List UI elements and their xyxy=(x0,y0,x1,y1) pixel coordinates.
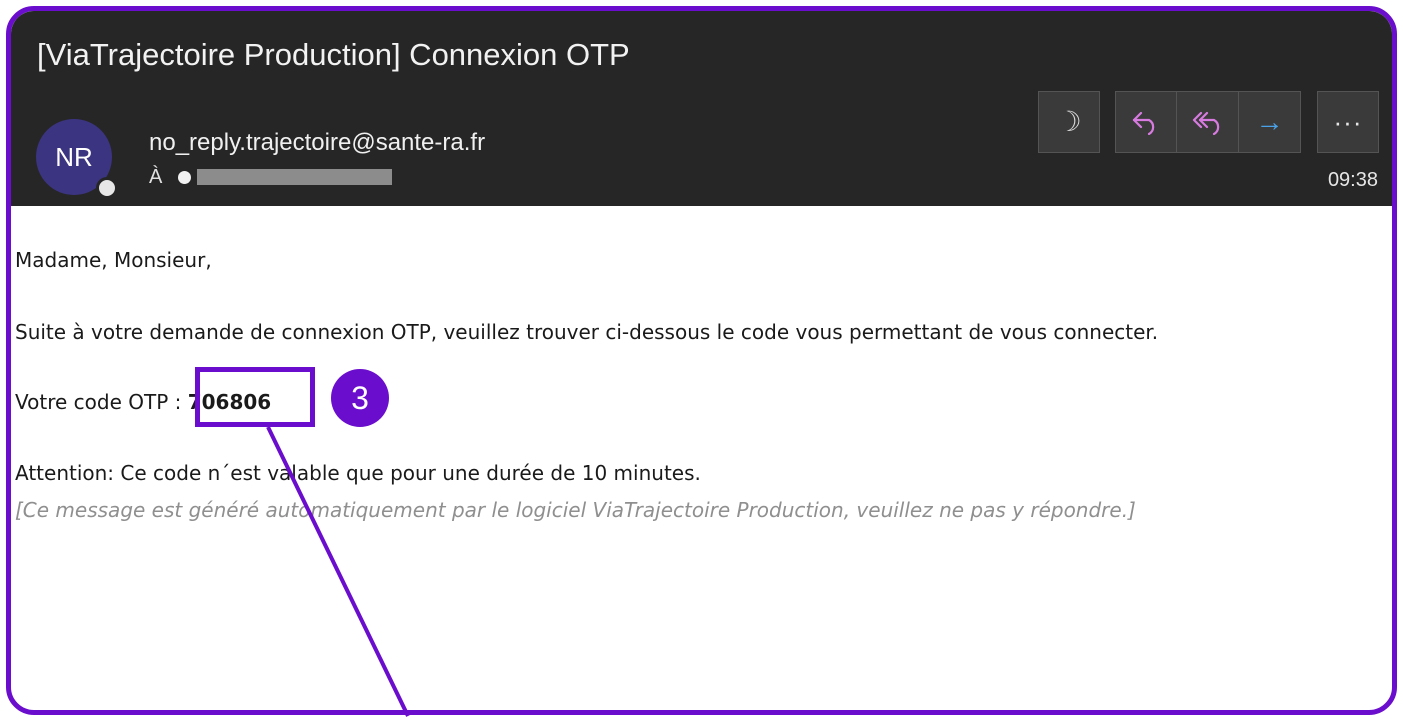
reply-button[interactable] xyxy=(1115,91,1177,153)
otp-highlight-box xyxy=(195,367,315,427)
step-callout-badge: 3 xyxy=(331,369,389,427)
recipient-row: À xyxy=(149,164,393,190)
recipient-redacted xyxy=(197,169,393,185)
more-actions-button[interactable]: ··· xyxy=(1317,91,1379,153)
moon-icon: ☽ xyxy=(1056,106,1082,137)
sender-address[interactable]: no_reply.trajectoire@sante-ra.fr xyxy=(149,128,485,158)
reply-icon xyxy=(1132,111,1155,135)
email-window: [ViaTrajectoire Production] Connexion OT… xyxy=(6,6,1397,715)
to-label: À xyxy=(149,165,163,188)
reply-all-icon xyxy=(1192,111,1219,135)
email-header: [ViaTrajectoire Production] Connexion OT… xyxy=(11,11,1392,206)
auto-message-footer: [Ce message est généré automatiquement p… xyxy=(15,498,1136,522)
otp-label: Votre code OTP : xyxy=(15,390,182,414)
more-icon: ··· xyxy=(1333,107,1363,137)
recipient-dot-icon xyxy=(178,170,192,184)
received-time: 09:38 xyxy=(1327,169,1378,191)
forward-button[interactable]: → xyxy=(1239,91,1301,153)
intro-text: Suite à votre demande de connexion OTP, … xyxy=(15,320,1159,344)
reply-toolbar: → xyxy=(1115,91,1301,153)
presence-status-icon xyxy=(96,177,118,199)
email-body: Madame, Monsieur, Suite à votre demande … xyxy=(11,206,1392,710)
theme-toolbar: ☽ xyxy=(1038,91,1100,153)
greeting-text: Madame, Monsieur, xyxy=(15,248,212,272)
reply-all-button[interactable] xyxy=(1177,91,1239,153)
email-subject: [ViaTrajectoire Production] Connexion OT… xyxy=(37,37,630,72)
dark-mode-button[interactable]: ☽ xyxy=(1038,91,1100,153)
forward-icon: → xyxy=(1255,106,1284,137)
warning-text: Attention: Ce code n´est valable que pou… xyxy=(15,461,701,485)
more-toolbar: ··· xyxy=(1317,91,1379,153)
